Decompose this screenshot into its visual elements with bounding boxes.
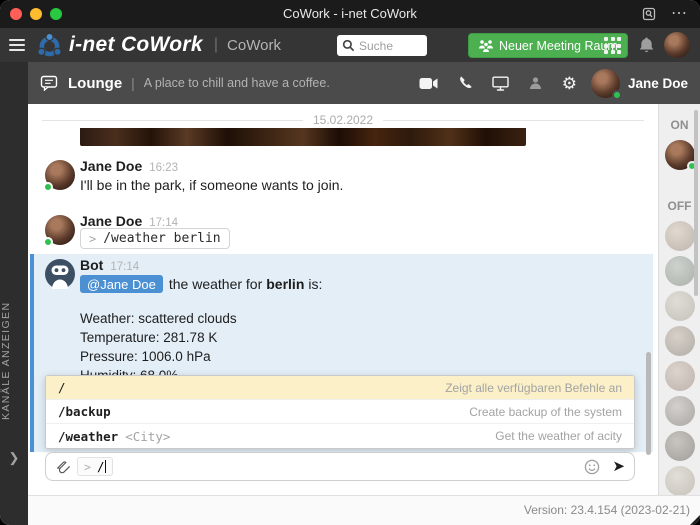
offline-user-avatar[interactable] xyxy=(665,221,695,251)
header-user-avatar[interactable] xyxy=(591,69,620,98)
window-title: CoWork - i-net CoWork xyxy=(0,0,700,28)
command-autocomplete-popup: / Zeigt alle verfügbaren Befehle an /bac… xyxy=(45,375,635,449)
offline-user-avatar[interactable] xyxy=(665,256,695,286)
autocomplete-argument: <City> xyxy=(125,429,170,444)
app-window: CoWork - i-net CoWork ⋯ i-net CoWork | C… xyxy=(0,0,700,525)
attach-paperclip-icon[interactable] xyxy=(55,459,70,475)
version-label: Version: 23.4.154 (2023-02-21) xyxy=(524,496,690,525)
status-footer: Version: 23.4.154 (2023-02-21) xyxy=(28,495,700,525)
autocomplete-command: /weather xyxy=(58,429,118,444)
online-status-dot xyxy=(43,237,53,247)
channel-header: Lounge | A place to chill and have a cof… xyxy=(28,62,700,104)
presence-sidebar: ON OFF xyxy=(658,104,700,495)
weather-line: Weather: scattered clouds xyxy=(80,309,237,328)
message-time: 16:23 xyxy=(149,162,178,174)
offline-user-avatar[interactable] xyxy=(665,431,695,461)
brand-title: i-net CoWork xyxy=(69,33,203,57)
meeting-group-icon xyxy=(478,39,494,53)
channels-rail: KANÄLE ANZEIGEN ❯ ⚙ xyxy=(0,62,28,525)
coffee-photo-attachment[interactable] xyxy=(80,128,526,146)
autocomplete-description: Zeigt alle verfügbaren Befehle an xyxy=(445,381,622,395)
composer-command-chip[interactable]: > / xyxy=(77,457,113,476)
message-author[interactable]: Jane Doe17:14 xyxy=(80,213,178,229)
workspace-name: CoWork xyxy=(227,37,281,54)
autocomplete-item-slash[interactable]: / Zeigt alle verfügbaren Befehle an xyxy=(46,376,634,400)
header-user-name: Jane Doe xyxy=(628,76,688,91)
hamburger-menu-icon[interactable] xyxy=(9,39,25,51)
weather-line: Pressure: 1006.0 hPa xyxy=(80,347,237,366)
phone-call-icon[interactable] xyxy=(457,75,473,91)
text-caret xyxy=(105,460,106,473)
bot-text-highlight: berlin xyxy=(266,276,304,292)
message-list: 15.02.2022 Jane Doe16:23 I'll be in the … xyxy=(28,104,658,495)
navbar: i-net CoWork | CoWork Neuer Meeting Raum xyxy=(0,28,700,62)
autocomplete-item-weather[interactable]: /weather <City> Get the weather of acity xyxy=(46,424,634,448)
bot-text-before: the weather for xyxy=(169,276,262,292)
search-icon xyxy=(342,39,355,52)
chat-scrollbar-thumb[interactable] xyxy=(646,352,651,455)
message-author[interactable]: Jane Doe16:23 xyxy=(80,158,178,174)
message-author-avatar[interactable] xyxy=(45,215,75,245)
show-channels-toggle[interactable]: KANÄLE ANZEIGEN xyxy=(0,272,28,450)
presence-scrollbar-thumb[interactable] xyxy=(694,110,698,296)
command-message-chip: > /weather berlin xyxy=(80,228,230,249)
video-call-icon[interactable] xyxy=(419,77,438,90)
inet-cowork-logo-icon xyxy=(36,32,63,59)
bot-text-after: is: xyxy=(308,276,322,292)
nav-user-avatar[interactable] xyxy=(664,32,690,58)
online-status-dot xyxy=(612,90,622,100)
send-message-icon[interactable]: ➤ xyxy=(612,459,625,474)
online-user-avatar[interactable] xyxy=(665,140,695,170)
notifications-bell-icon[interactable] xyxy=(638,36,655,59)
chevron-right-icon[interactable]: ❯ xyxy=(0,450,28,466)
message-time: 17:14 xyxy=(110,261,139,273)
online-status-dot xyxy=(43,182,53,192)
channel-name[interactable]: Lounge xyxy=(68,75,122,92)
offline-user-avatar[interactable] xyxy=(665,326,695,356)
command-text: /weather berlin xyxy=(103,231,220,246)
titlebar: CoWork - i-net CoWork ⋯ xyxy=(0,0,700,28)
date-divider-label: 15.02.2022 xyxy=(313,113,373,127)
autocomplete-description: Create backup of the system xyxy=(469,405,622,419)
new-meeting-room-label: Neuer Meeting Raum xyxy=(499,39,618,53)
offline-user-avatar[interactable] xyxy=(665,291,695,321)
autocomplete-command: / xyxy=(58,380,66,395)
presenter-icon[interactable] xyxy=(528,76,543,91)
more-options-icon[interactable]: ⋯ xyxy=(671,0,688,28)
message-author[interactable]: Bot17:14 xyxy=(80,257,139,273)
autocomplete-command: /backup xyxy=(58,404,111,419)
page-search-icon[interactable] xyxy=(641,6,657,22)
date-divider: 15.02.2022 xyxy=(42,113,644,127)
search-box[interactable] xyxy=(337,35,427,56)
autocomplete-item-backup[interactable]: /backup Create backup of the system xyxy=(46,400,634,424)
message-author-avatar[interactable] xyxy=(45,160,75,190)
offline-user-avatar[interactable] xyxy=(665,396,695,426)
apps-grid-icon[interactable] xyxy=(604,37,621,54)
composer-value: / xyxy=(97,459,105,474)
channel-chat-icon xyxy=(40,75,58,91)
channel-topic: A place to chill and have a coffee. xyxy=(144,76,330,90)
offline-user-avatar[interactable] xyxy=(665,466,695,496)
composer-prefix: > xyxy=(84,460,91,474)
emoji-smiley-icon[interactable] xyxy=(584,459,600,475)
message-composer[interactable]: > / ➤ xyxy=(45,452,635,481)
mention-pill[interactable]: @Jane Doe xyxy=(80,275,163,293)
weather-report: Weather: scattered clouds Temperature: 2… xyxy=(80,309,237,385)
autocomplete-description: Get the weather of acity xyxy=(495,429,622,443)
window-resize-grip[interactable] xyxy=(690,515,700,525)
weather-line: Temperature: 281.78 K xyxy=(80,328,237,347)
command-prefix: > xyxy=(89,232,96,246)
search-input[interactable] xyxy=(359,39,419,53)
message-text: I'll be in the park, if someone wants to… xyxy=(80,177,343,193)
screen-share-icon[interactable] xyxy=(492,76,509,91)
bot-avatar-icon[interactable] xyxy=(45,259,75,289)
channel-settings-gear-icon[interactable]: ⚙ xyxy=(562,75,577,92)
offline-user-avatar[interactable] xyxy=(665,361,695,391)
